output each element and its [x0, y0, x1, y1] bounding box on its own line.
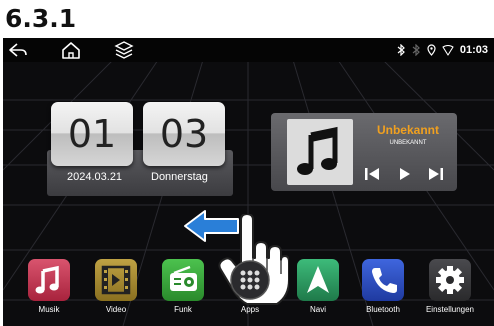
dock-item-funk[interactable]: Funk [158, 259, 208, 314]
dock-item-video[interactable]: Video [91, 259, 141, 314]
album-art [287, 119, 353, 185]
status-indicators: 01:03 [397, 41, 488, 59]
head-unit-screen: 01:03 01 03 2024.03.21 Donnerstag Unbeka… [3, 38, 494, 326]
clock-widget[interactable]: 01 03 2024.03.21 Donnerstag [47, 102, 233, 196]
gear-icon [429, 259, 471, 301]
dock-label: Video [105, 305, 127, 314]
previous-track-icon[interactable] [361, 166, 383, 182]
dock-label: Apps [240, 305, 260, 314]
dock-item-musik[interactable]: Musik [24, 259, 74, 314]
track-title: Unbekannt [376, 123, 439, 137]
clock-minutes: 03 [143, 102, 225, 166]
dock-label: Musik [38, 305, 60, 314]
film-icon [95, 259, 137, 301]
dock-item-bluetooth[interactable]: Bluetooth [358, 259, 408, 314]
status-bar: 01:03 [3, 38, 494, 62]
clock-hours: 01 [51, 102, 133, 166]
dock-label: Einstellungen [425, 305, 475, 314]
location-icon [427, 44, 436, 56]
music-note-icon [28, 259, 70, 301]
music-note-icon [297, 126, 338, 175]
dock-item-einstellungen[interactable]: Einstellungen [425, 259, 475, 314]
recent-apps-icon[interactable] [113, 40, 135, 60]
clock-weekday: Donnerstag [151, 171, 208, 183]
dock-item-apps[interactable]: Apps [225, 259, 275, 314]
section-label: 6.3.1 [5, 4, 77, 33]
dock-label: Navi [309, 305, 326, 314]
dock-label: Bluetooth [366, 305, 400, 314]
wifi-icon [442, 44, 454, 56]
dock-item-navi[interactable]: Navi [293, 259, 343, 314]
status-time: 01:03 [459, 44, 488, 56]
play-icon[interactable] [393, 166, 415, 182]
next-track-icon[interactable] [425, 166, 447, 182]
apps-icon [229, 259, 271, 301]
bluetooth-icon [397, 44, 405, 56]
radio-icon [162, 259, 204, 301]
music-widget[interactable]: Unbekannt UNBEKANNT [271, 113, 457, 191]
home-icon[interactable] [60, 40, 82, 60]
back-icon[interactable] [7, 40, 29, 60]
bluetooth-off-icon [412, 44, 420, 56]
phone-icon [362, 259, 404, 301]
clock-date: 2024.03.21 [67, 171, 123, 183]
navigation-icon [297, 259, 339, 301]
track-artist: UNBEKANNT [389, 140, 427, 146]
dock-label: Funk [174, 305, 192, 314]
